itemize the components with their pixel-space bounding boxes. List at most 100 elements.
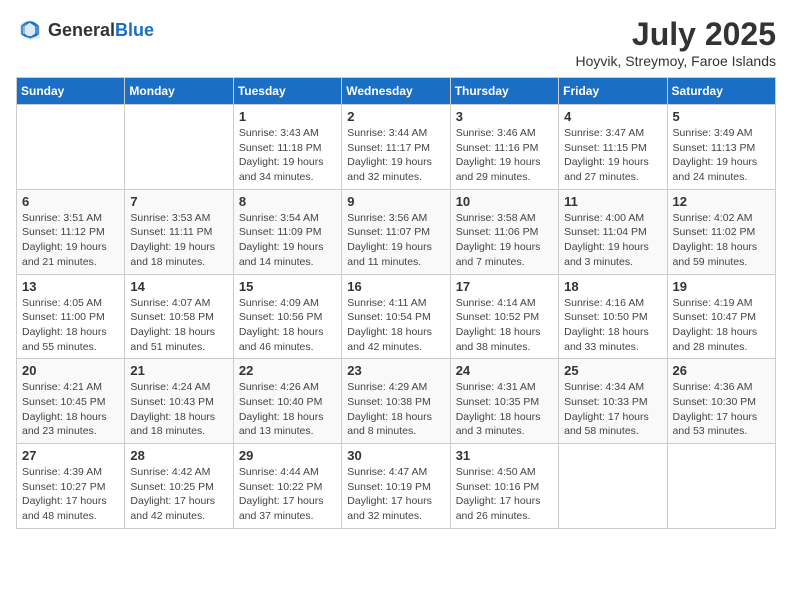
- day-info: Sunrise: 4:36 AM Sunset: 10:30 PM Daylig…: [673, 380, 770, 439]
- day-cell: 21 Sunrise: 4:24 AM Sunset: 10:43 PM Dayl…: [125, 359, 233, 444]
- day-cell: [17, 105, 125, 190]
- day-cell: 3Sunrise: 3:46 AM Sunset: 11:16 PM Dayli…: [450, 105, 558, 190]
- day-cell: [667, 444, 775, 529]
- day-number: 3: [456, 109, 553, 124]
- header-tuesday: Tuesday: [233, 78, 341, 105]
- day-number: 31: [456, 448, 553, 463]
- day-number: 17: [456, 279, 553, 294]
- day-cell: 7 Sunrise: 3:53 AM Sunset: 11:11 PM Dayli…: [125, 189, 233, 274]
- logo-text: GeneralBlue: [48, 20, 154, 41]
- day-cell: 10 Sunrise: 3:58 AM Sunset: 11:06 PM Dayl…: [450, 189, 558, 274]
- day-cell: 28 Sunrise: 4:42 AM Sunset: 10:25 PM Dayl…: [125, 444, 233, 529]
- header-friday: Friday: [559, 78, 667, 105]
- day-info: Sunrise: 4:21 AM Sunset: 10:45 PM Daylig…: [22, 380, 119, 439]
- day-cell: [559, 444, 667, 529]
- day-info: Sunrise: 3:43 AM Sunset: 11:18 PM Daylig…: [239, 126, 336, 185]
- day-info: Sunrise: 4:50 AM Sunset: 10:16 PM Daylig…: [456, 465, 553, 524]
- week-row-2: 6 Sunrise: 3:51 AM Sunset: 11:12 PM Dayli…: [17, 189, 776, 274]
- day-cell: 4 Sunrise: 3:47 AM Sunset: 11:15 PM Dayli…: [559, 105, 667, 190]
- month-title: July 2025: [576, 16, 776, 53]
- day-cell: 12 Sunrise: 4:02 AM Sunset: 11:02 PM Dayl…: [667, 189, 775, 274]
- header-wednesday: Wednesday: [342, 78, 450, 105]
- day-number: 27: [22, 448, 119, 463]
- header-saturday: Saturday: [667, 78, 775, 105]
- header-thursday: Thursday: [450, 78, 558, 105]
- day-number: 22: [239, 363, 336, 378]
- day-cell: 2 Sunrise: 3:44 AM Sunset: 11:17 PM Dayli…: [342, 105, 450, 190]
- day-cell: 26 Sunrise: 4:36 AM Sunset: 10:30 PM Dayl…: [667, 359, 775, 444]
- day-cell: 5 Sunrise: 3:49 AM Sunset: 11:13 PM Dayli…: [667, 105, 775, 190]
- week-row-3: 13 Sunrise: 4:05 AM Sunset: 11:00 PM Dayl…: [17, 274, 776, 359]
- day-cell: 29Sunrise: 4:44 AM Sunset: 10:22 PM Dayl…: [233, 444, 341, 529]
- day-number: 9: [347, 194, 444, 209]
- day-number: 23: [347, 363, 444, 378]
- day-number: 19: [673, 279, 770, 294]
- day-cell: 17 Sunrise: 4:14 AM Sunset: 10:52 PM Dayl…: [450, 274, 558, 359]
- day-number: 21: [130, 363, 227, 378]
- day-number: 2: [347, 109, 444, 124]
- day-cell: 30 Sunrise: 4:47 AM Sunset: 10:19 PM Dayl…: [342, 444, 450, 529]
- day-info: Sunrise: 3:51 AM Sunset: 11:12 PM Daylig…: [22, 211, 119, 270]
- day-cell: 14Sunrise: 4:07 AM Sunset: 10:58 PM Dayl…: [125, 274, 233, 359]
- day-number: 16: [347, 279, 444, 294]
- day-info: Sunrise: 4:42 AM Sunset: 10:25 PM Daylig…: [130, 465, 227, 524]
- day-cell: 9Sunrise: 3:56 AM Sunset: 11:07 PM Dayli…: [342, 189, 450, 274]
- day-info: Sunrise: 4:11 AM Sunset: 10:54 PM Daylig…: [347, 296, 444, 355]
- day-info: Sunrise: 4:39 AM Sunset: 10:27 PM Daylig…: [22, 465, 119, 524]
- day-cell: 13 Sunrise: 4:05 AM Sunset: 11:00 PM Dayl…: [17, 274, 125, 359]
- week-row-1: 1Sunrise: 3:43 AM Sunset: 11:18 PM Dayli…: [17, 105, 776, 190]
- title-block: July 2025 Hoyvik, Streymoy, Faroe Island…: [576, 16, 776, 69]
- day-info: Sunrise: 3:44 AM Sunset: 11:17 PM Daylig…: [347, 126, 444, 185]
- logo-blue: Blue: [115, 20, 154, 40]
- day-info: Sunrise: 4:16 AM Sunset: 10:50 PM Daylig…: [564, 296, 661, 355]
- day-info: Sunrise: 3:49 AM Sunset: 11:13 PM Daylig…: [673, 126, 770, 185]
- day-info: Sunrise: 4:26 AM Sunset: 10:40 PM Daylig…: [239, 380, 336, 439]
- day-number: 12: [673, 194, 770, 209]
- day-number: 6: [22, 194, 119, 209]
- day-number: 20: [22, 363, 119, 378]
- day-cell: 31 Sunrise: 4:50 AM Sunset: 10:16 PM Dayl…: [450, 444, 558, 529]
- day-cell: 1Sunrise: 3:43 AM Sunset: 11:18 PM Dayli…: [233, 105, 341, 190]
- day-cell: 22 Sunrise: 4:26 AM Sunset: 10:40 PM Dayl…: [233, 359, 341, 444]
- page-header: GeneralBlue July 2025 Hoyvik, Streymoy, …: [16, 16, 776, 69]
- day-number: 15: [239, 279, 336, 294]
- day-number: 18: [564, 279, 661, 294]
- day-number: 8: [239, 194, 336, 209]
- week-row-4: 20 Sunrise: 4:21 AM Sunset: 10:45 PM Dayl…: [17, 359, 776, 444]
- calendar-header-row: SundayMondayTuesdayWednesdayThursdayFrid…: [17, 78, 776, 105]
- day-info: Sunrise: 4:31 AM Sunset: 10:35 PM Daylig…: [456, 380, 553, 439]
- day-number: 10: [456, 194, 553, 209]
- day-info: Sunrise: 4:09 AM Sunset: 10:56 PM Daylig…: [239, 296, 336, 355]
- day-cell: 18 Sunrise: 4:16 AM Sunset: 10:50 PM Dayl…: [559, 274, 667, 359]
- day-info: Sunrise: 4:05 AM Sunset: 11:00 PM Daylig…: [22, 296, 119, 355]
- day-cell: 15 Sunrise: 4:09 AM Sunset: 10:56 PM Dayl…: [233, 274, 341, 359]
- day-info: Sunrise: 4:44 AM Sunset: 10:22 PM Daylig…: [239, 465, 336, 524]
- header-sunday: Sunday: [17, 78, 125, 105]
- day-number: 30: [347, 448, 444, 463]
- day-cell: 25 Sunrise: 4:34 AM Sunset: 10:33 PM Dayl…: [559, 359, 667, 444]
- day-info: Sunrise: 4:02 AM Sunset: 11:02 PM Daylig…: [673, 211, 770, 270]
- day-info: Sunrise: 4:00 AM Sunset: 11:04 PM Daylig…: [564, 211, 661, 270]
- day-number: 7: [130, 194, 227, 209]
- day-info: Sunrise: 4:24 AM Sunset: 10:43 PM Daylig…: [130, 380, 227, 439]
- week-row-5: 27 Sunrise: 4:39 AM Sunset: 10:27 PM Dayl…: [17, 444, 776, 529]
- day-info: Sunrise: 3:47 AM Sunset: 11:15 PM Daylig…: [564, 126, 661, 185]
- day-number: 25: [564, 363, 661, 378]
- day-info: Sunrise: 3:54 AM Sunset: 11:09 PM Daylig…: [239, 211, 336, 270]
- day-number: 26: [673, 363, 770, 378]
- day-info: Sunrise: 4:47 AM Sunset: 10:19 PM Daylig…: [347, 465, 444, 524]
- day-number: 13: [22, 279, 119, 294]
- logo: GeneralBlue: [16, 16, 154, 44]
- day-number: 5: [673, 109, 770, 124]
- day-info: Sunrise: 3:58 AM Sunset: 11:06 PM Daylig…: [456, 211, 553, 270]
- day-cell: 16 Sunrise: 4:11 AM Sunset: 10:54 PM Dayl…: [342, 274, 450, 359]
- day-info: Sunrise: 4:34 AM Sunset: 10:33 PM Daylig…: [564, 380, 661, 439]
- logo-icon: [16, 16, 44, 44]
- calendar-table: SundayMondayTuesdayWednesdayThursdayFrid…: [16, 77, 776, 529]
- day-number: 28: [130, 448, 227, 463]
- logo-general: General: [48, 20, 115, 40]
- day-info: Sunrise: 4:14 AM Sunset: 10:52 PM Daylig…: [456, 296, 553, 355]
- day-cell: 20 Sunrise: 4:21 AM Sunset: 10:45 PM Dayl…: [17, 359, 125, 444]
- day-info: Sunrise: 3:53 AM Sunset: 11:11 PM Daylig…: [130, 211, 227, 270]
- day-number: 4: [564, 109, 661, 124]
